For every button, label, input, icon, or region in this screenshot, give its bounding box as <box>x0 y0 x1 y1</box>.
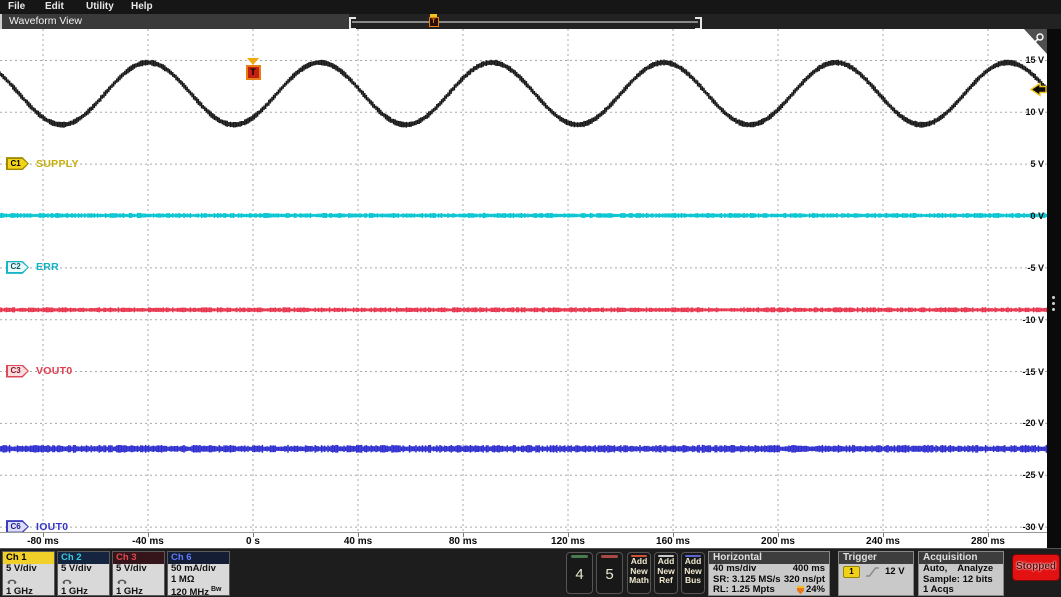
overview-trigger-marker-icon[interactable]: T <box>428 14 439 28</box>
y-axis-label: -15 V <box>1022 366 1044 377</box>
acquisition-count: 1 Acqs <box>923 584 954 595</box>
channel-tag-c3[interactable]: C3 VOUT0 <box>6 364 73 378</box>
y-axis-label: 0 V <box>1030 211 1044 221</box>
trace-c3-vout0 <box>0 307 1047 313</box>
menu-item-edit[interactable]: Edit <box>45 1 64 12</box>
probe-coupling-icon <box>117 579 127 584</box>
channel-scale: 50 mA/div <box>171 563 216 574</box>
y-axis-label: -10 V <box>1022 314 1044 325</box>
waveform-plot[interactable]: T 15 V 10 V 5 V 0 V -5 V -10 V -15 V -20 V -25 V… <box>0 29 1047 534</box>
drawer-handle-icon[interactable] <box>1052 296 1055 299</box>
channel-label-err: ERR <box>36 261 60 274</box>
channel-label-supply: SUPPLY <box>36 157 79 170</box>
add-new-math-button[interactable]: Add New Math <box>627 552 651 594</box>
x-axis-label: 40 ms <box>343 536 373 547</box>
settings-bar: Ch 15 V/div 1 GHz Ch 25 V/div 1 GHz Ch 35 V/… <box>0 548 1061 597</box>
channel-bandwidth: 1 GHz <box>61 586 88 597</box>
y-axis-label: -30 V <box>1022 522 1044 533</box>
trigger-level-arrow-icon[interactable] <box>1030 81 1047 98</box>
horizontal-record-length: RL: 1.25 Mpts <box>713 584 775 595</box>
overview-bar[interactable] <box>352 21 698 23</box>
x-axis-label: -40 ms <box>132 536 164 547</box>
channel-settings-badge-ch1[interactable]: Ch 15 V/div 1 GHz <box>2 551 55 597</box>
channel-button-5[interactable]: 5 <box>596 552 623 594</box>
x-axis-label: 240 ms <box>866 536 900 547</box>
trace-c1-supply <box>0 59 1047 128</box>
channel-settings-badge-ch6[interactable]: Ch 6 50 mA/div 1 MΩ 120 MHz Bw <box>167 551 230 597</box>
menu-item-file[interactable]: File <box>8 1 25 12</box>
channel-bandwidth: 1 GHz <box>116 586 143 597</box>
channel-impedance: 1 MΩ <box>171 573 195 585</box>
y-axis-label: -5 V <box>1027 262 1044 273</box>
x-axis-label: 280 ms <box>971 536 1005 547</box>
acquisition-panel[interactable]: Acquisition Auto, Analyze Sample: 12 bits… <box>918 551 1004 596</box>
right-drawer-strip <box>1047 29 1061 548</box>
channel-badge-c2: C2 <box>7 262 28 273</box>
menu-item-utility[interactable]: Utility <box>86 1 114 12</box>
oscilloscope-app: File Edit Utility Help Waveform View T T 1 5 <box>0 0 1061 597</box>
acquisition-analyze: Analyze <box>957 563 994 574</box>
channel-scale: 5 V/div <box>116 563 147 574</box>
horizontal-panel[interactable]: Horizontal 40 ms/div 400 ms SR: 3.125 MS/… <box>708 551 830 596</box>
x-axis-label: 0 s <box>246 536 260 547</box>
horizontal-window: 400 ms <box>792 563 825 574</box>
tab-waveform-view[interactable]: Waveform View <box>0 14 349 29</box>
channel-badge-c1: C1 <box>7 158 28 169</box>
channel-scale: 5 V/div <box>61 563 92 574</box>
trigger-source-badge: 1 <box>843 566 860 578</box>
channel-tag-c2[interactable]: C2 ERR <box>6 260 60 274</box>
channel-bandwidth: 120 MHz Bw <box>171 586 222 597</box>
time-axis: -80 ms -40 ms 0 s 40 ms 80 ms 120 ms 160 ms 200… <box>0 532 1047 549</box>
menu-bar: File Edit Utility Help <box>0 0 1061 14</box>
menu-item-help[interactable]: Help <box>131 1 153 12</box>
add-new-bus-button[interactable]: Add New Bus <box>681 552 705 594</box>
tab-row: Waveform View T <box>0 14 1061 30</box>
rising-edge-icon <box>866 567 879 577</box>
x-axis-label: 120 ms <box>551 536 585 547</box>
x-axis-label: -80 ms <box>27 536 59 547</box>
channel-button-4[interactable]: 4 <box>566 552 593 594</box>
tab-title: Waveform View <box>9 15 82 27</box>
horizontal-scale: 40 ms/div <box>713 563 757 574</box>
x-axis-label: 80 ms <box>448 536 478 547</box>
add-new-ref-button[interactable]: Add New Ref <box>654 552 678 594</box>
channel-label-iout0: IOUT0 <box>36 520 69 533</box>
trace-c6-iout0 <box>0 444 1047 453</box>
trigger-panel-title: Trigger <box>839 552 913 564</box>
x-axis-label: 160 ms <box>656 536 690 547</box>
horizontal-position-icon <box>796 586 804 595</box>
trigger-position-marker-icon[interactable]: T <box>245 58 261 80</box>
channel-settings-badge-ch2[interactable]: Ch 25 V/div 1 GHz <box>57 551 110 597</box>
horizontal-position: 24% <box>805 584 825 595</box>
channel-label-vout0: VOUT0 <box>36 365 73 378</box>
zoom-overlay-corner-icon[interactable] <box>1024 29 1047 54</box>
y-axis-label: 10 V <box>1025 107 1044 118</box>
y-axis-label: 15 V <box>1025 55 1044 66</box>
probe-coupling-icon <box>7 579 17 584</box>
channel-bandwidth: 1 GHz <box>6 586 33 597</box>
channel-badge-c6: C6 <box>7 521 28 532</box>
channel-tag-c1[interactable]: C1 SUPPLY <box>6 157 79 171</box>
bw-limit-icon: Bw <box>209 586 222 593</box>
trace-c2-err <box>0 212 1047 219</box>
channel-badge-c3: C3 <box>7 366 28 377</box>
trigger-level: 12 V <box>885 565 905 577</box>
run-stop-button[interactable]: Stopped <box>1012 554 1060 581</box>
waveform-canvas <box>0 29 1047 532</box>
trigger-panel[interactable]: Trigger 1 12 V <box>838 551 914 596</box>
channel-settings-badge-ch3[interactable]: Ch 35 V/div 1 GHz <box>112 551 165 597</box>
probe-coupling-icon <box>62 579 72 584</box>
y-axis-label: -20 V <box>1022 418 1044 429</box>
channel-scale: 5 V/div <box>6 563 37 574</box>
y-axis-label: 5 V <box>1030 159 1044 170</box>
acquisition-mode: Auto, <box>923 563 948 574</box>
y-axis-label: -25 V <box>1022 470 1044 481</box>
x-axis-label: 200 ms <box>761 536 795 547</box>
